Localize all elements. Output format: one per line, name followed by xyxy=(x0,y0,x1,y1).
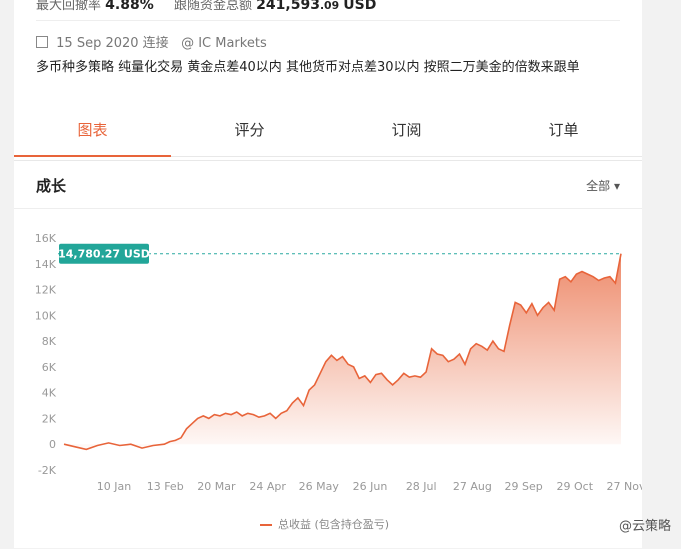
x-tick-label: 13 Feb xyxy=(147,480,184,493)
follow-funds-decimals: .09 xyxy=(319,0,340,12)
strategy-description: 多币种多策略 纯量化交易 黄金点差40以内 其他货币对点差30以内 按照二万美金… xyxy=(36,60,580,75)
x-tick-label: 29 Oct xyxy=(557,480,594,493)
x-tick-label: 27 Nov xyxy=(607,480,642,493)
divider xyxy=(36,20,620,21)
legend-swatch xyxy=(260,524,272,526)
follow-funds-value: 241,593 xyxy=(256,0,320,13)
y-tick-label: 6K xyxy=(42,361,57,374)
y-tick-label: 4K xyxy=(42,387,57,400)
tab-bar: 图表 评分 订阅 订单 xyxy=(14,112,642,157)
x-tick-label: 28 Jul xyxy=(406,480,437,493)
last-value-label: 14,780.27 USD xyxy=(58,248,150,261)
x-tick-label: 20 Mar xyxy=(197,480,236,493)
y-tick-label: 2K xyxy=(42,412,57,425)
y-tick-label: 8K xyxy=(42,335,57,348)
tab-subscription[interactable]: 订阅 xyxy=(328,112,485,156)
max-drawdown-value: 4.88% xyxy=(105,0,154,13)
y-tick-label: 0 xyxy=(49,438,56,451)
stats-row: 最大回撤率 4.88% 跟随资金总额 241,593.09 USD xyxy=(36,0,376,13)
follow-funds-label: 跟随资金总额 xyxy=(174,0,253,13)
x-tick-label: 24 Apr xyxy=(249,480,286,493)
y-tick-label: 16K xyxy=(35,232,57,245)
tab-rating[interactable]: 评分 xyxy=(171,112,328,156)
chart-legend[interactable]: 总收益 (包含持仓盈亏) xyxy=(260,516,389,532)
connected-date: 15 Sep 2020 连接 xyxy=(56,36,169,51)
calendar-icon xyxy=(36,36,48,48)
legend-label: 总收益 (包含持仓盈亏) xyxy=(278,518,390,531)
area-fill xyxy=(64,253,621,450)
y-tick-label: 14K xyxy=(35,258,57,271)
tab-orders[interactable]: 订单 xyxy=(485,112,642,156)
tab-chart[interactable]: 图表 xyxy=(14,112,171,157)
y-tick-label: -2K xyxy=(38,464,57,477)
x-tick-label: 27 Aug xyxy=(453,480,492,493)
growth-chart: 16K 14K 12K 10K 8K 6K 4K 2K 0 -2K 10 Jan 13 Feb 20 M… xyxy=(35,232,642,493)
strategy-meta: 15 Sep 2020 连接 @ IC Markets xyxy=(36,32,267,51)
follow-funds-currency: USD xyxy=(343,0,377,13)
broker-name[interactable]: @ IC Markets xyxy=(181,36,267,51)
watermark: @云策略 xyxy=(618,519,671,534)
strategy-card: 最大回撤率 4.88% 跟随资金总额 241,593.09 USD 15 Sep… xyxy=(14,0,642,548)
y-tick-label: 10K xyxy=(35,309,57,322)
x-tick-label: 26 Jun xyxy=(353,480,388,493)
x-tick-label: 10 Jan xyxy=(97,480,131,493)
max-drawdown-label: 最大回撤率 xyxy=(36,0,102,13)
y-tick-label: 12K xyxy=(35,284,57,297)
x-tick-label: 29 Sep xyxy=(504,480,542,493)
x-tick-label: 26 May xyxy=(299,480,340,493)
